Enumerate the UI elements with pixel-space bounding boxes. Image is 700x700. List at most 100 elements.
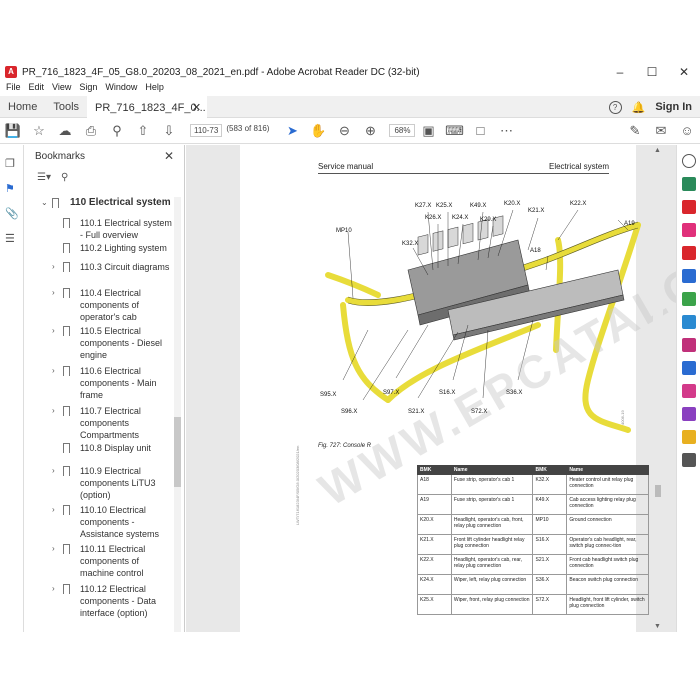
help-icon[interactable]: ? xyxy=(608,100,622,114)
save-icon[interactable]: 💾 xyxy=(0,123,26,139)
tab-close-icon[interactable]: ✕ xyxy=(192,97,201,119)
bookmark-flag-icon xyxy=(52,198,59,208)
menu-edit[interactable]: Edit xyxy=(29,82,45,96)
bookmark-options-icon[interactable]: ☰▾ xyxy=(37,172,51,183)
minimize-button[interactable]: – xyxy=(604,62,636,82)
enhance-scan-icon[interactable] xyxy=(682,315,696,329)
organize-pages-icon[interactable] xyxy=(682,269,696,283)
bell-icon[interactable]: 🔔 xyxy=(632,101,646,114)
bookmark-label: 110.7 Electrical components Compartments xyxy=(80,406,141,440)
menu-file[interactable]: File xyxy=(6,82,21,96)
col-header-bmk-2: BMK xyxy=(532,465,568,475)
bookmark-flag-icon xyxy=(63,366,70,376)
tab-tools[interactable]: Tools xyxy=(45,96,87,118)
callout-label: K24.X xyxy=(452,215,469,221)
table-cell: MP10 xyxy=(532,514,568,535)
bookmark-flag-icon xyxy=(63,584,70,594)
attachment-icon[interactable]: 📎 xyxy=(5,207,19,220)
create-pdf-icon[interactable] xyxy=(682,200,696,214)
select-cursor-icon[interactable]: ➤ xyxy=(279,123,305,139)
bookmark-icon[interactable]: ⚑ xyxy=(5,182,18,195)
share-user-icon[interactable]: ☺ xyxy=(674,123,700,138)
bookmarks-scrollbar[interactable] xyxy=(174,197,181,632)
expand-arrow-icon[interactable]: ⌄ xyxy=(41,197,48,209)
maximize-button[interactable]: ☐ xyxy=(636,62,668,82)
mail-icon[interactable]: ✉ xyxy=(648,123,674,139)
expand-arrow-icon[interactable]: › xyxy=(52,543,55,555)
left-navigation-rail: ❐ ⚑ 📎 ☰ xyxy=(0,145,24,632)
page-count: (583 of 816) xyxy=(226,124,270,133)
page-number-input[interactable]: 110-73 xyxy=(190,124,223,137)
bookmark-flag-icon xyxy=(63,243,70,253)
scroll-down-arrow-icon[interactable]: ▼ xyxy=(654,623,661,630)
zoom-out-icon[interactable]: ⊖ xyxy=(331,123,357,139)
close-panel-icon[interactable]: ✕ xyxy=(164,149,174,163)
figure-code: 4006-19 xyxy=(620,410,625,425)
table-row: K24.X Wiper, left, relay plug connection S… xyxy=(417,574,649,595)
fit-page-icon[interactable]: ▣ xyxy=(415,123,441,139)
fill-sign-icon[interactable] xyxy=(682,338,696,352)
table-cell: K20.X xyxy=(417,514,452,535)
tab-document[interactable]: PR_716_1823_4F_0... ✕ xyxy=(87,94,208,119)
zoom-search-icon[interactable]: ⚲ xyxy=(104,123,130,139)
table-cell: S36.X xyxy=(532,574,568,595)
search-tool-icon[interactable] xyxy=(682,154,696,168)
request-signature-icon[interactable] xyxy=(682,384,696,398)
expand-arrow-icon[interactable]: › xyxy=(52,465,55,477)
bookmark-label: 110.5 Electrical components - Diesel eng… xyxy=(80,326,163,360)
callout-label: K32.X xyxy=(402,241,419,247)
bookmark-label: 110.6 Electrical components - Main frame xyxy=(80,366,157,400)
expand-arrow-icon[interactable]: › xyxy=(52,405,55,417)
expand-arrow-icon[interactable]: › xyxy=(52,365,55,377)
zoom-level-select[interactable]: 68% xyxy=(389,124,416,137)
expand-arrow-icon[interactable]: › xyxy=(52,325,55,337)
comment-icon[interactable]: □ xyxy=(467,123,493,138)
close-window-button[interactable]: ✕ xyxy=(668,62,700,82)
star-icon[interactable]: ☆ xyxy=(26,123,52,139)
bookmarks-header: Bookmarks ✕ xyxy=(25,145,184,167)
col-header-name-1: Name xyxy=(450,465,534,475)
table-cell: Front lift cylinder headlight relay plug… xyxy=(450,534,534,555)
expand-arrow-icon[interactable]: › xyxy=(52,261,55,273)
cloud-upload-icon[interactable]: ☁ xyxy=(52,123,78,139)
table-cell: K32.X xyxy=(532,474,568,495)
page-down-icon[interactable]: ⇩ xyxy=(156,123,182,139)
zoom-in-icon[interactable]: ⊕ xyxy=(357,123,383,139)
bookmarks-panel: Bookmarks ✕ ☰▾ ⚲ ⌄ 110 Electrical system 1… xyxy=(25,145,185,632)
export-pdf-icon[interactable] xyxy=(682,177,696,191)
document-scrollbar[interactable]: ▲ ▼ xyxy=(653,145,663,632)
more-options-icon[interactable]: ⋯ xyxy=(493,123,519,139)
print-icon[interactable]: ⎙ xyxy=(78,123,104,139)
find-bookmark-icon[interactable]: ⚲ xyxy=(61,172,68,183)
callout-label: S95.X xyxy=(320,392,337,398)
combine-files-icon[interactable] xyxy=(682,246,696,260)
bookmark-label: 110.11 Electrical components of machine … xyxy=(80,544,146,578)
sign-pen-icon[interactable]: ✎ xyxy=(622,123,648,139)
protect-icon[interactable] xyxy=(682,361,696,375)
sign-in-button[interactable]: Sign In xyxy=(655,101,692,113)
tab-home[interactable]: Home xyxy=(0,96,45,118)
bmk-table: BMK Name BMK Name A18 Fuse strip, operato… xyxy=(417,465,649,615)
bookmarks-scroll-thumb[interactable] xyxy=(174,417,181,487)
page-up-icon[interactable]: ⇧ xyxy=(130,123,156,139)
scan-icon[interactable] xyxy=(682,292,696,306)
scroll-up-arrow-icon[interactable]: ▲ xyxy=(654,147,661,154)
comment-tool-icon[interactable] xyxy=(682,430,696,444)
document-scroll-thumb[interactable] xyxy=(655,485,661,497)
acrobat-app-icon: A xyxy=(5,66,17,78)
edit-pdf-icon[interactable] xyxy=(682,223,696,237)
layers-icon[interactable]: ☰ xyxy=(5,232,18,245)
bookmark-label: 110.10 Electrical components - Assistanc… xyxy=(80,505,160,539)
callout-label: S96.X xyxy=(341,409,358,415)
page-thumbnails-icon[interactable]: ❐ xyxy=(5,157,18,170)
callout-label: K20.X xyxy=(504,201,521,207)
expand-arrow-icon[interactable]: › xyxy=(52,287,55,299)
more-tools-icon[interactable] xyxy=(682,453,696,467)
expand-arrow-icon[interactable]: › xyxy=(52,583,55,595)
keyboard-icon[interactable]: ⌨ xyxy=(441,123,467,139)
send-for-review-icon[interactable] xyxy=(682,407,696,421)
bookmark-flag-icon xyxy=(63,406,70,416)
hand-tool-icon[interactable]: ✋ xyxy=(305,123,331,139)
expand-arrow-icon[interactable]: › xyxy=(52,504,55,516)
menu-view[interactable]: View xyxy=(52,82,71,96)
